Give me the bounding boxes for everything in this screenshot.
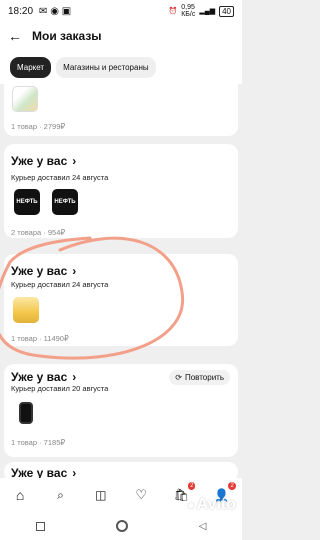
order-info: 1 товар · 7185₽ [11,438,66,447]
watermark-logo: ● Avito [187,496,236,514]
order-status-title: Уже у вас [11,264,68,278]
delivery-status: Курьер доставил 24 августа [11,280,109,289]
tab-market[interactable]: Маркет [10,56,52,78]
avito-wordmark: Avito [196,496,236,513]
avito-dots-icon: ● [187,498,195,512]
home-button-icon[interactable] [115,520,128,532]
order-info: 1 товар · 11490₽ [11,334,69,343]
order-card[interactable]: Уже у вас › Курьер доставил 24 августа 1… [4,254,238,346]
alarm-icon: ⏰ [168,8,178,15]
favorites-icon[interactable]: ♡ [131,485,151,505]
order-info: 2 товара · 954₽ [11,228,66,237]
product-thumbnail [12,86,38,112]
catalog-search-icon[interactable]: ⌕ [50,485,70,505]
cart-badge: 2 [188,482,196,490]
order-tabs: Маркет Магазины и рестораны [0,50,242,84]
order-card[interactable]: 1 товар · 2799₽ [4,84,238,136]
product-thumbnail: НЕФТЬ [14,189,40,215]
back-button-icon[interactable]: ◁ [199,521,207,532]
order-card[interactable]: Уже у вас › Курьер доставил 24 августа Н… [4,144,238,238]
notification-icons: ✉ ◉ ▣ [39,5,72,17]
delivery-status: Курьер доставил 24 августа [11,173,109,182]
product-thumbnail: НЕФТЬ [52,189,78,215]
refresh-icon: ⟳ [175,373,182,382]
home-icon[interactable]: ⌂ [10,485,30,505]
product-thumbnail [13,400,39,426]
chevron-right-icon: › [72,370,77,384]
order-info: 1 товар · 2799₽ [11,122,66,131]
tab-shops-restaurants[interactable]: Магазины и рестораны [56,56,156,78]
battery-icon: 40 [219,5,234,17]
page-title: Мои заказы [32,29,102,43]
delivery-status: Курьер доставил 20 августа [11,384,109,393]
smartwatch-image [19,402,33,424]
chevron-right-icon: › [72,154,77,168]
repeat-order-button[interactable]: ⟳ Повторить [169,370,230,385]
order-status-title: Уже у вас [11,370,68,384]
network-speed: 0,95 КБ/с [181,4,196,18]
app-header: ← Мои заказы [0,22,242,50]
chevron-right-icon: › [72,264,77,278]
products-icon[interactable]: ◫ [91,485,111,505]
signal-icon: ▂▄▆ [199,8,216,15]
back-arrow-icon[interactable]: ← [8,28,22,44]
profile-badge: 2 [228,482,236,490]
product-thumbnail [13,297,39,323]
order-card[interactable]: Уже у вас › Курьер доставил 20 августа ⟳… [4,364,238,457]
recent-apps-icon[interactable] [35,521,45,531]
order-status-title: Уже у вас [11,154,68,168]
system-navigation: ◁ [0,512,242,540]
status-bar: 18:20 ✉ ◉ ▣ ⏰ 0,95 КБ/с ▂▄▆ 40 [0,0,242,22]
clock: 18:20 [8,5,34,17]
